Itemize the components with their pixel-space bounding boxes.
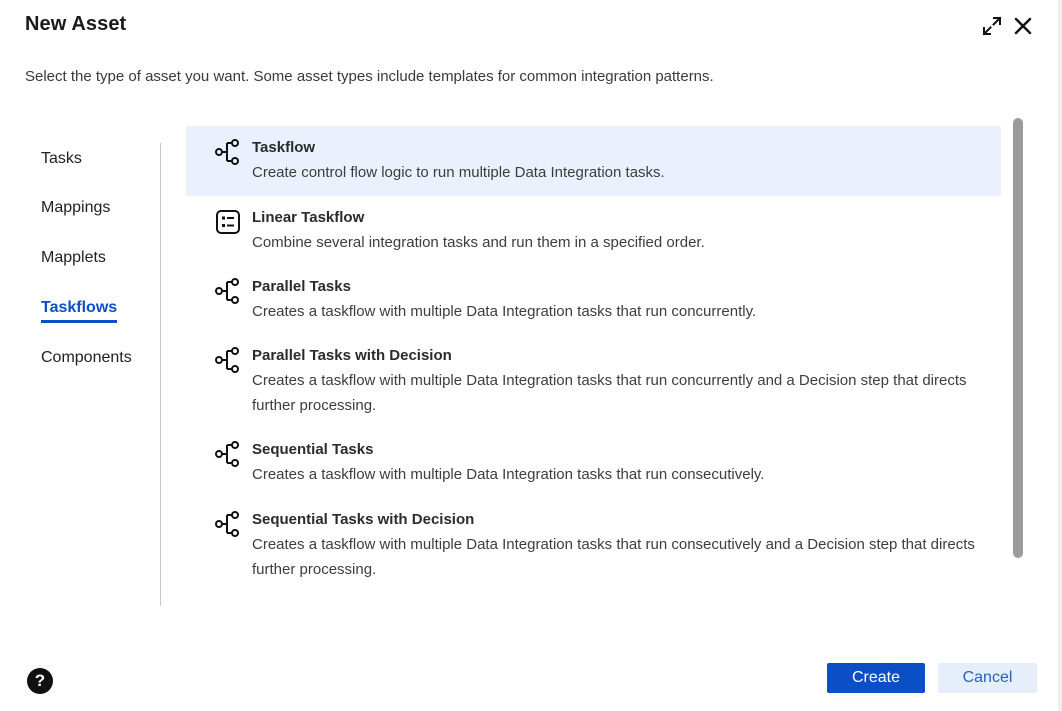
asset-item-taskflow[interactable]: Taskflow Create control flow logic to ru… bbox=[186, 126, 1001, 196]
asset-description: Creates a taskflow with multiple Data In… bbox=[252, 466, 765, 483]
taskflow-icon bbox=[215, 278, 239, 304]
asset-item-sequential-tasks-with-decision[interactable]: Sequential Tasks with Decision Creates a… bbox=[186, 500, 1001, 594]
dialog-subtitle: Select the type of asset you want. Some … bbox=[25, 68, 714, 85]
dialog-edge bbox=[1058, 0, 1062, 711]
asset-item-sequential-tasks[interactable]: Sequential Tasks Creates a taskflow with… bbox=[186, 430, 1001, 500]
asset-description: Combine several integration tasks and ru… bbox=[252, 234, 705, 251]
nav-item-tasks[interactable]: Tasks bbox=[41, 150, 82, 168]
nav-item-mapplets[interactable]: Mapplets bbox=[41, 249, 106, 267]
checklist-icon bbox=[216, 210, 240, 234]
asset-name: Taskflow bbox=[252, 139, 316, 156]
expand-icon bbox=[982, 16, 1002, 36]
cancel-button[interactable]: Cancel bbox=[938, 663, 1037, 693]
taskflow-icon bbox=[215, 347, 239, 373]
taskflow-icon bbox=[215, 441, 239, 467]
asset-name: Parallel Tasks bbox=[252, 278, 351, 295]
nav-item-mappings[interactable]: Mappings bbox=[41, 199, 110, 217]
asset-description: Creates a taskflow with multiple Data In… bbox=[252, 536, 975, 578]
asset-item-parallel-tasks[interactable]: Parallel Tasks Creates a taskflow with m… bbox=[186, 266, 1001, 336]
taskflow-icon bbox=[215, 511, 239, 537]
asset-description: Creates a taskflow with multiple Data In… bbox=[252, 372, 967, 414]
nav-item-components[interactable]: Components bbox=[41, 349, 132, 367]
asset-item-parallel-tasks-with-decision[interactable]: Parallel Tasks with Decision Creates a t… bbox=[186, 336, 1001, 430]
nav-item-taskflows[interactable]: Taskflows bbox=[41, 299, 118, 323]
help-icon: ? bbox=[34, 671, 46, 690]
asset-name: Linear Taskflow bbox=[252, 209, 365, 226]
create-button[interactable]: Create bbox=[827, 663, 925, 693]
asset-type-list: Taskflow Create control flow logic to ru… bbox=[186, 126, 1001, 606]
expand-button[interactable] bbox=[980, 14, 1004, 38]
asset-name: Parallel Tasks with Decision bbox=[252, 347, 452, 364]
asset-name: Sequential Tasks with Decision bbox=[252, 511, 475, 528]
nav-divider bbox=[160, 143, 161, 606]
asset-name: Sequential Tasks bbox=[252, 441, 374, 458]
close-icon bbox=[1014, 17, 1032, 35]
asset-list-scrollbar[interactable] bbox=[1013, 118, 1024, 560]
scrollbar-thumb[interactable] bbox=[1013, 118, 1023, 558]
taskflow-icon bbox=[215, 139, 239, 165]
asset-description: Create control flow logic to run multipl… bbox=[252, 164, 665, 181]
new-asset-dialog: New Asset Select the type of asset you w… bbox=[0, 0, 1062, 711]
asset-description: Creates a taskflow with multiple Data In… bbox=[252, 303, 757, 320]
help-button[interactable]: ? bbox=[27, 668, 53, 694]
close-button[interactable] bbox=[1011, 14, 1035, 38]
asset-item-linear-taskflow[interactable]: Linear Taskflow Combine several integrat… bbox=[186, 196, 1001, 266]
dialog-title: New Asset bbox=[25, 13, 127, 35]
